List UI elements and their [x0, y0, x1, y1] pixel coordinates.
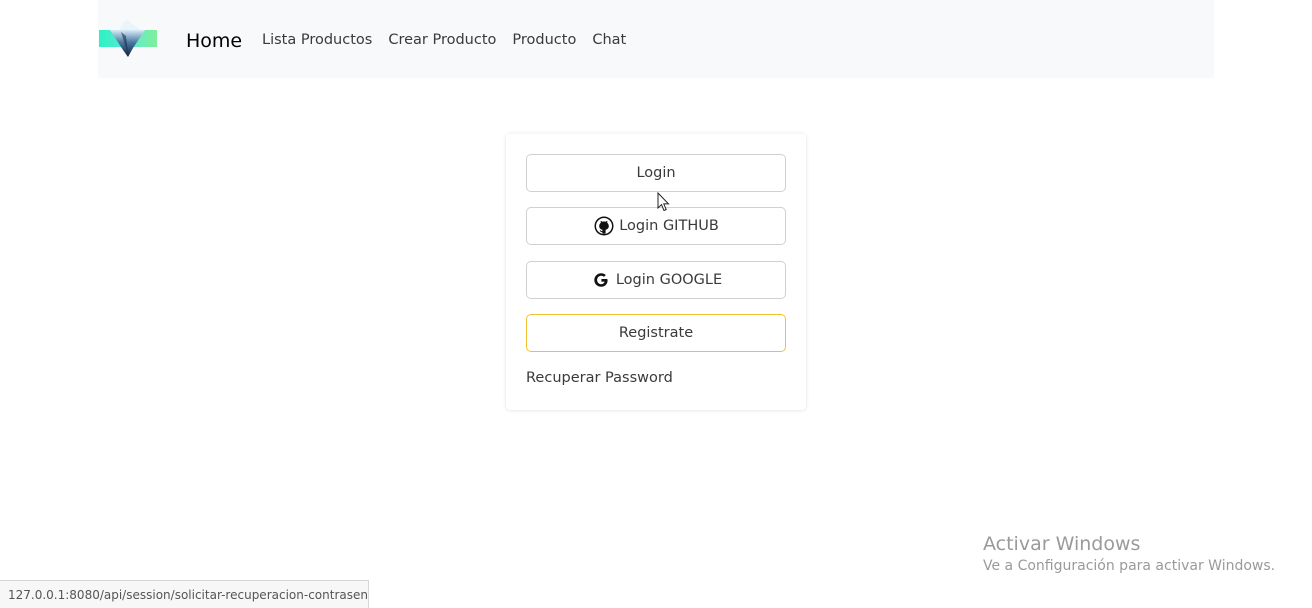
register-button-label: Registrate	[618, 325, 694, 341]
login-button-label: Login	[636, 165, 676, 181]
register-button[interactable]: Registrate	[526, 314, 786, 352]
watermark-title: Activar Windows	[983, 533, 1141, 555]
login-card: Login Login GITHUB Login GOOGLE Registra…	[506, 134, 806, 410]
nav-link-producto[interactable]: Producto	[512, 30, 576, 50]
nav-link-lista-productos[interactable]: Lista Productos	[262, 30, 372, 50]
watermark-subtitle: Ve a Configuración para activar Windows.	[983, 558, 1276, 574]
login-google-button[interactable]: Login GOOGLE	[526, 261, 786, 299]
brand-home-link[interactable]: Home	[186, 30, 242, 52]
login-github-label: Login GITHUB	[619, 218, 719, 234]
nav-links: Lista Productos Crear Producto Producto …	[262, 30, 626, 50]
nav-link-crear-producto[interactable]: Crear Producto	[388, 30, 496, 50]
windows-activation-watermark: Activar Windows Ve a Configuración para …	[983, 532, 1275, 576]
iceberg-logo-icon[interactable]	[99, 18, 157, 60]
login-google-label: Login GOOGLE	[615, 272, 723, 288]
login-github-button[interactable]: Login GITHUB	[526, 207, 786, 245]
nav-link-chat[interactable]: Chat	[592, 30, 626, 50]
mouse-pointer-icon	[657, 191, 671, 213]
status-bar-url: 127.0.0.1:8080/api/session/solicitar-rec…	[0, 580, 369, 608]
login-button[interactable]: Login	[526, 154, 786, 192]
google-icon	[590, 269, 612, 291]
github-icon	[593, 215, 615, 237]
recover-password-link[interactable]: Recuperar Password	[526, 370, 673, 386]
top-navbar: Home Lista Productos Crear Producto Prod…	[98, 0, 1214, 78]
